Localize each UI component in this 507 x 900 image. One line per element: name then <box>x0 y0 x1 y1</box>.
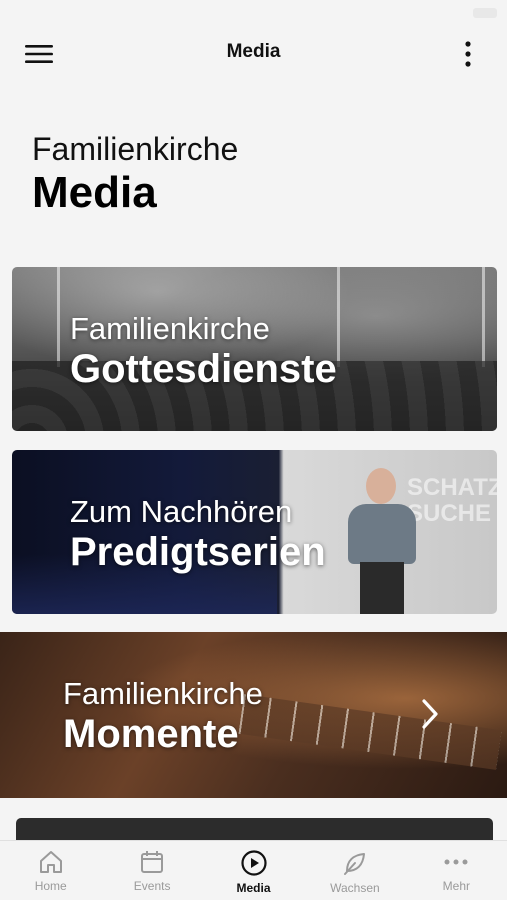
card-title: Gottesdienste <box>70 347 337 391</box>
card-subtitle: Familienkirche <box>70 311 270 346</box>
card-gottesdienste[interactable]: Familienkirche Gottesdienste <box>12 267 497 431</box>
leaf-icon <box>343 853 365 875</box>
more-dots-icon <box>444 859 468 865</box>
chevron-right-icon <box>415 694 445 734</box>
card-momente[interactable]: Familienkirche Momente <box>0 632 507 798</box>
tab-label: Mehr <box>442 879 470 893</box>
guitar-image <box>238 694 502 770</box>
card-caption: Familienkirche Momente <box>63 676 263 756</box>
card-caption: Familienkirche Gottesdienste <box>70 311 337 391</box>
hero-heading: Familienkirche Media <box>32 130 238 218</box>
stage-light-beam <box>57 267 60 367</box>
tab-events[interactable]: Events <box>101 841 202 900</box>
home-icon <box>39 851 62 873</box>
speaker-image <box>342 468 422 614</box>
vertical-dots-icon <box>465 41 471 67</box>
tab-media[interactable]: Media <box>203 841 304 900</box>
tab-wachsen[interactable]: Wachsen <box>304 841 405 900</box>
top-nav-bar: Media <box>0 26 507 80</box>
hero-subtitle: Familienkirche <box>32 131 239 167</box>
more-options-button[interactable] <box>448 34 488 74</box>
tab-mehr[interactable]: Mehr <box>406 841 507 900</box>
play-icon <box>240 850 267 876</box>
stage-light-beam <box>337 267 340 367</box>
card-subtitle: Familienkirche <box>63 676 263 711</box>
card-predigtserien[interactable]: SCHATZ SUCHE Zum Nachhören Predigtserien <box>12 450 497 614</box>
card-caption: Zum Nachhören Predigtserien <box>70 494 326 574</box>
page-title: Media <box>226 41 281 62</box>
card-title: Predigtserien <box>70 530 326 574</box>
tab-label: Events <box>133 879 171 893</box>
tab-label: Media <box>236 881 271 895</box>
bottom-tab-bar: Home Events Media Wachsen Mehr <box>0 840 507 900</box>
stage-light-beam <box>482 267 485 367</box>
tab-home[interactable]: Home <box>0 841 101 900</box>
tab-label: Home <box>34 879 67 893</box>
hero-title: Media <box>32 168 157 217</box>
tab-label: Wachsen <box>330 881 380 895</box>
battery-icon <box>473 8 497 18</box>
calendar-icon <box>141 851 164 873</box>
card-title: Momente <box>63 712 239 756</box>
status-bar <box>0 0 507 26</box>
card-subtitle: Zum Nachhören <box>70 494 293 529</box>
